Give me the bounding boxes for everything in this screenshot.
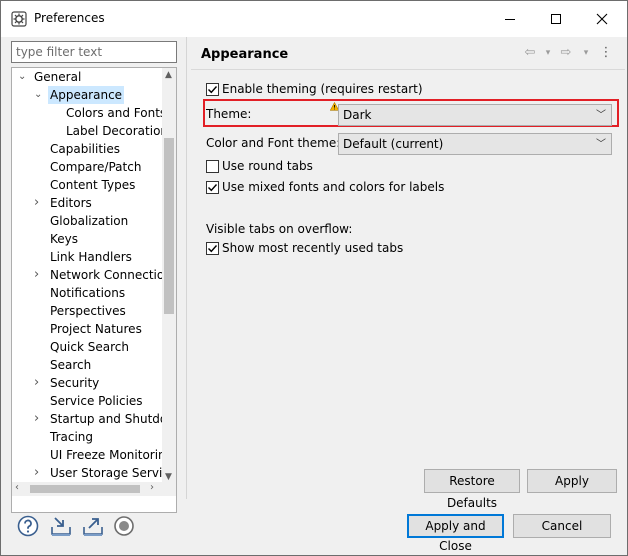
tree-item-label: Project Natures [50, 322, 142, 336]
close-icon [596, 13, 608, 25]
apply-button[interactable]: Apply [527, 469, 617, 493]
import-icon[interactable] [49, 514, 73, 538]
checkmark-icon [208, 245, 218, 253]
checkmark-icon [208, 86, 218, 94]
color-font-theme-label: Color and Font theme: [206, 136, 341, 150]
back-icon[interactable]: ⇦ [523, 45, 537, 61]
chevron-down-icon[interactable]: ⌄ [18, 68, 28, 86]
close-button[interactable] [579, 1, 625, 37]
tree-item-label: Network Connections [50, 268, 162, 282]
enable-theming-checkbox[interactable] [206, 83, 219, 96]
theme-combo[interactable]: Dark ﹀ [338, 104, 612, 126]
cancel-button[interactable]: Cancel [513, 514, 611, 538]
checkmark-icon [208, 184, 218, 192]
tree-item-label: Quick Search [50, 340, 129, 354]
chevron-down-icon[interactable]: ⌄ [34, 86, 44, 104]
chevron-right-icon[interactable]: › [34, 410, 44, 428]
scroll-right-icon[interactable]: › [150, 482, 154, 493]
show-recent-tabs-label: Show most recently used tabs [222, 241, 404, 255]
tree-item-label: User Storage Service [50, 466, 162, 480]
appearance-page: Appearance ⇦ ▾ ⇨ ▾ ⋮ Enable theming (req… [187, 37, 627, 510]
eclipse-app-icon [11, 11, 27, 27]
title-bar: Preferences [1, 1, 627, 37]
forward-icon[interactable]: ⇨ [559, 45, 573, 61]
tree-item-label: Compare/Patch [50, 160, 142, 174]
view-menu-icon[interactable]: ⋮ [599, 45, 613, 61]
tree-item-label: General [34, 70, 82, 84]
maximize-button[interactable] [533, 1, 579, 37]
chevron-right-icon[interactable]: › [34, 464, 44, 482]
minimize-icon [505, 19, 515, 20]
theme-value: Dark [343, 108, 372, 122]
chevron-down-icon: ﹀ [596, 139, 606, 150]
filter-input[interactable] [11, 41, 177, 63]
record-icon[interactable] [112, 514, 136, 538]
tree-item-label: Keys [50, 232, 79, 246]
scroll-thumb[interactable] [164, 138, 174, 314]
mixed-fonts-label: Use mixed fonts and colors for labels [222, 180, 445, 194]
tree-item-label: Service Policies [50, 394, 143, 408]
tree-item-label: Search [50, 358, 92, 372]
back-menu-icon[interactable]: ▾ [541, 45, 555, 61]
visible-tabs-label: Visible tabs on overflow: [206, 222, 353, 236]
tree-item-label: UI Freeze Monitoring [50, 448, 162, 462]
show-recent-tabs-checkbox[interactable] [206, 242, 219, 255]
apply-and-close-button[interactable]: Apply and Close [407, 514, 504, 553]
round-tabs-checkbox[interactable] [206, 160, 219, 173]
help-icon[interactable] [16, 514, 40, 538]
preference-sidebar: ⌄General⌄AppearanceColors and FontsLabel… [9, 37, 179, 513]
header-separator [191, 69, 625, 70]
forward-menu-icon[interactable]: ▾ [579, 45, 593, 61]
tree-item-label: Tracing [50, 430, 94, 444]
minimize-button[interactable] [487, 1, 533, 37]
tree-item-label: Colors and Fonts [66, 106, 162, 120]
tree-item-label: Perspectives [50, 304, 126, 318]
tree-items: ⌄ General ⌄ Appearance Colors and Fonts Label… [12, 68, 162, 482]
tree-item-label: Appearance [48, 86, 125, 104]
mixed-fonts-checkbox[interactable] [206, 181, 219, 194]
scroll-thumb-horizontal[interactable] [30, 485, 140, 493]
window-title: Preferences [34, 11, 105, 25]
scroll-up-icon[interactable]: ▲ [165, 70, 172, 80]
tree-item-label: Security [50, 376, 100, 390]
chevron-down-icon: ﹀ [596, 110, 606, 121]
chevron-right-icon[interactable]: › [34, 194, 44, 212]
maximize-icon [551, 14, 561, 24]
round-tabs-label: Use round tabs [222, 159, 313, 173]
tree-item-label: Content Types [50, 178, 136, 192]
preference-tree: ⌄ General ⌄ Appearance Colors and Fonts Label… [11, 67, 177, 513]
scroll-left-icon[interactable]: ‹ [15, 482, 19, 493]
chevron-right-icon[interactable]: › [34, 266, 44, 284]
tree-item-label: Label Decorations [66, 124, 162, 138]
theme-label: Theme: [206, 107, 252, 121]
color-font-theme-combo[interactable]: Default (current) ﹀ [338, 133, 612, 155]
tree-vertical-scrollbar[interactable]: ▲ ▼ [162, 68, 176, 496]
color-font-theme-value: Default (current) [343, 137, 444, 151]
page-title: Appearance [201, 47, 289, 62]
dialog-footer: Apply and Close Cancel [1, 499, 627, 555]
tree-item-label: Capabilities [50, 142, 120, 156]
scroll-down-icon[interactable]: ▼ [165, 472, 172, 482]
preferences-dialog: Preferences ⌄General⌄AppearanceColors an… [0, 0, 628, 556]
tree-horizontal-scrollbar[interactable]: ‹ › [12, 482, 162, 496]
restore-defaults-button[interactable]: Restore Defaults [424, 469, 520, 510]
export-icon[interactable] [81, 514, 105, 538]
chevron-right-icon[interactable]: › [34, 374, 44, 392]
tree-item-label: Startup and Shutdown [50, 412, 162, 426]
tree-item-label: Notifications [50, 286, 126, 300]
tree-item-label: Editors [50, 196, 92, 210]
enable-theming-label: Enable theming (requires restart) [222, 82, 423, 96]
tree-item-label: Link Handlers [50, 250, 132, 264]
tree-item-label: Globalization [50, 214, 129, 228]
